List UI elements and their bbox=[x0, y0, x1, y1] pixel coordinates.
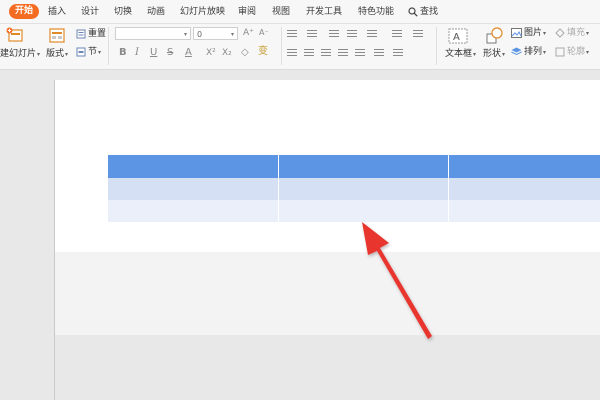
arrow-shape bbox=[362, 222, 432, 339]
red-arrow-annotation bbox=[362, 222, 432, 339]
